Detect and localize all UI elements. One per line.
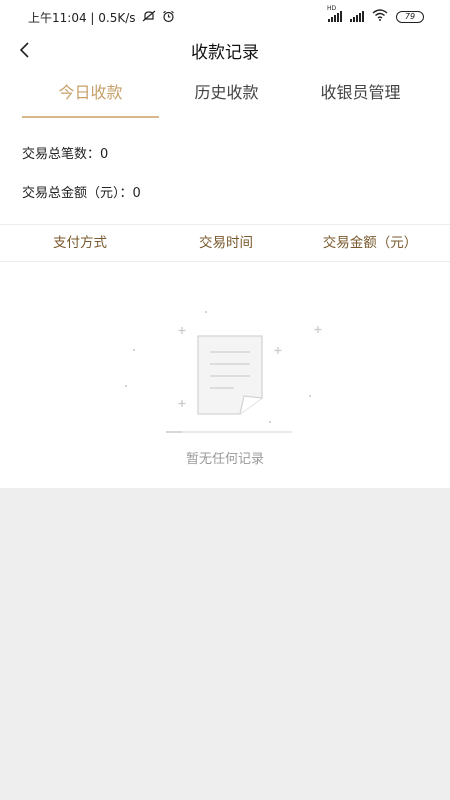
empty-document-icon [124, 310, 322, 433]
tab-today[interactable]: 今日收款 [22, 70, 159, 118]
column-payment-method: 支付方式 [53, 235, 107, 251]
empty-state: 暂无任何记录 [0, 262, 450, 488]
active-tab-indicator [22, 116, 159, 118]
page-title: 收款记录 [191, 43, 259, 63]
status-time: 上午11:04 | 0.5K/s [28, 11, 136, 25]
signal-icon [350, 11, 364, 22]
status-left: 上午11:04 | 0.5K/s [28, 9, 175, 26]
status-bar: 上午11:04 | 0.5K/s HD 79 [0, 0, 450, 34]
summary-amount-value: 0 [132, 186, 141, 201]
column-transaction-amount: 交易金额（元） [322, 235, 418, 251]
summary-count: 交易总笔数：0 [22, 143, 108, 162]
battery-icon: 79 [396, 10, 424, 23]
tab-history[interactable]: 历史收款 [158, 70, 295, 118]
tab-cashier-management[interactable]: 收银员管理 [292, 70, 429, 118]
summary-count-value: 0 [100, 147, 109, 162]
table-header: 支付方式 交易时间 交易金额（元） [0, 224, 450, 262]
nav-bar: 收款记录 [0, 34, 450, 70]
summary-amount: 交易总金额（元）：0 [22, 182, 141, 201]
signal-hd-icon: HD [327, 5, 342, 22]
summary-count-label: 交易总笔数： [22, 147, 101, 162]
column-transaction-time: 交易时间 [199, 235, 253, 251]
empty-state-text: 暂无任何记录 [185, 452, 264, 467]
summary-panel: 交易总笔数：0 交易总金额（元）：0 [0, 122, 450, 224]
status-right: HD 79 [327, 5, 424, 24]
summary-amount-label: 交易总金额（元）： [22, 186, 133, 201]
wifi-icon [372, 9, 388, 24]
mute-icon [142, 10, 156, 25]
tab-bar: 今日收款 历史收款 收银员管理 [0, 70, 450, 122]
alarm-icon [162, 10, 175, 26]
